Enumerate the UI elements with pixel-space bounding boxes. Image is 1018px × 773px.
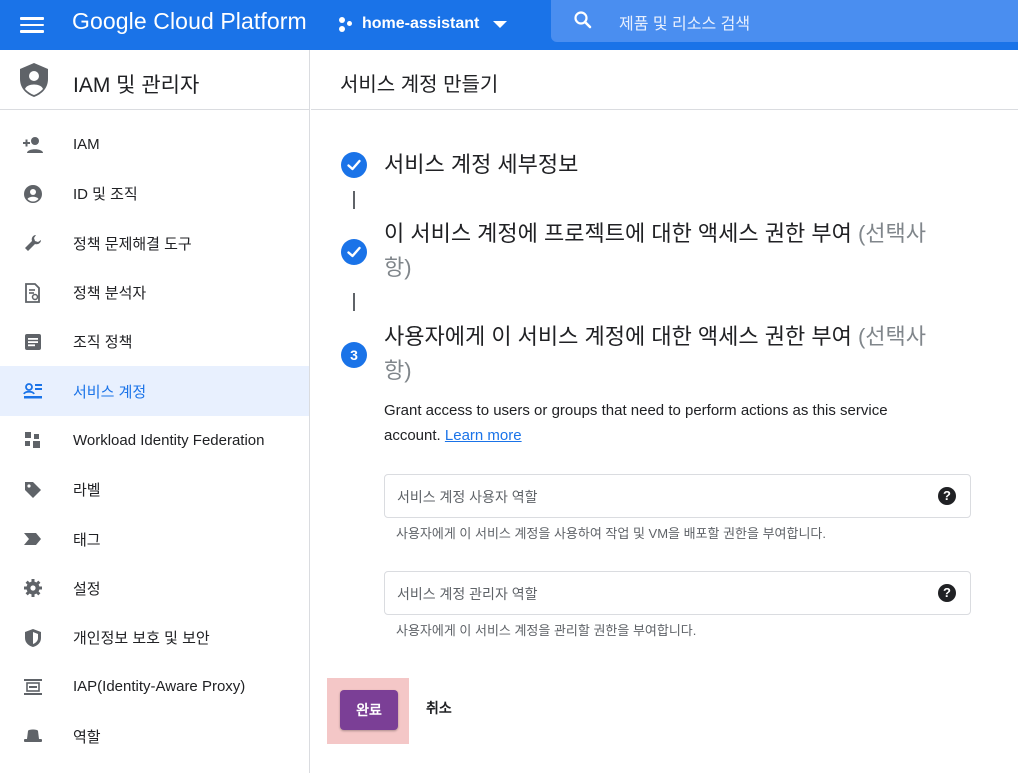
iam-shield-icon: [18, 62, 50, 103]
sidebar-item-label: 조직 정책: [73, 334, 133, 352]
sidebar-item-label: 서비스 계정: [73, 383, 147, 401]
service-account-icon: [22, 380, 44, 402]
step-2-optional-text-cont: 항): [384, 255, 412, 280]
grid-blocks-icon: [22, 429, 44, 451]
wrench-icon: [22, 232, 44, 254]
done-button[interactable]: 완료: [340, 690, 398, 730]
step-3-optional-text: (선택사: [857, 324, 926, 349]
field-placeholder: 서비스 계정 관리자 역할: [397, 586, 538, 602]
sidebar-item-label: IAM: [73, 136, 100, 154]
service-account-user-role-input[interactable]: 서비스 계정 사용자 역할 ?: [384, 474, 971, 518]
sidebar-item-privacy-security[interactable]: 개인정보 보호 및 보안: [0, 613, 309, 662]
sidebar-item-label: 라벨: [73, 482, 101, 500]
hamburger-menu-icon[interactable]: [20, 12, 46, 38]
search-icon: [573, 10, 593, 35]
account-circle-icon: [22, 183, 44, 205]
step-1-check-icon: [341, 152, 367, 178]
description-line-1: Grant access to users or groups that nee…: [384, 402, 888, 419]
page-title: 서비스 계정 만들기: [340, 74, 499, 96]
sidebar-item-label: 태그: [73, 531, 101, 549]
sidebar-item-label: IAP(Identity-Aware Proxy): [73, 678, 246, 696]
hat-icon: [22, 725, 44, 747]
step-connector: [353, 293, 355, 311]
search-bar[interactable]: 제품 및 리소스 검색: [551, 0, 1018, 42]
sidebar-item-policy-analyzer[interactable]: 정책 분석자: [0, 268, 309, 317]
sidebar-item-identity-org[interactable]: ID 및 조직: [0, 169, 309, 218]
step-1-title-text: 서비스 계정 세부정보: [384, 152, 579, 177]
arrow-tag-icon: [22, 528, 44, 550]
list-document-icon: [22, 331, 44, 353]
sidebar-item-service-accounts[interactable]: 서비스 계정: [0, 366, 309, 416]
field-placeholder: 서비스 계정 사용자 역할: [397, 489, 538, 505]
sidebar-item-label: 개인정보 보호 및 보안: [73, 630, 210, 648]
service-account-admin-role-input[interactable]: 서비스 계정 관리자 역할 ?: [384, 571, 971, 615]
sidebar-item-workload-identity-federation[interactable]: Workload Identity Federation: [0, 416, 309, 465]
sidebar-item-tags[interactable]: 태그: [0, 514, 309, 563]
step-3-optional-text-cont: 항): [384, 358, 412, 383]
document-search-icon: [22, 282, 44, 304]
iap-icon: [22, 676, 44, 698]
caret-down-icon: [493, 20, 508, 28]
step-2-title-text: 이 서비스 계정에 프로젝트에 대한 액세스 권한 부여: [384, 221, 852, 246]
project-selector[interactable]: home-assistant: [336, 10, 508, 38]
step-2-optional-text: (선택사: [857, 221, 926, 246]
top-bar: Google Cloud Platform home-assistant 제품 …: [0, 0, 1018, 50]
step-3-title-text: 사용자에게 이 서비스 계정에 대한 액세스 권한 부여: [384, 324, 852, 349]
sidebar-item-label: 정책 문제해결 도구: [73, 235, 192, 253]
help-icon[interactable]: ?: [938, 487, 956, 505]
sidebar-item-settings[interactable]: 설정: [0, 564, 309, 613]
sidebar-title: IAM 및 관리자: [73, 74, 200, 97]
project-name: home-assistant: [362, 15, 480, 32]
shield-icon: [22, 627, 44, 649]
step-3-description: Grant access to users or groups that nee…: [384, 398, 944, 448]
sidebar-item-iam[interactable]: IAM: [0, 120, 309, 169]
sidebar-item-labels[interactable]: 라벨: [0, 465, 309, 514]
sidebar-item-iap[interactable]: IAP(Identity-Aware Proxy): [0, 662, 309, 711]
step-3-title: 사용자에게 이 서비스 계정에 대한 액세스 권한 부여 (선택사 항): [384, 320, 984, 388]
sidebar-nav: IAM ID 및 조직 정책 문제해결 도구 정책 분석자 조직 정책 서비스 …: [0, 120, 309, 761]
project-dots-icon: [336, 14, 356, 34]
sidebar-item-label: 정책 분석자: [73, 285, 147, 303]
step-connector: [353, 191, 355, 209]
step-1-title[interactable]: 서비스 계정 세부정보: [384, 148, 578, 182]
field-hint: 사용자에게 이 서비스 계정을 관리할 권한을 부여합니다.: [396, 623, 697, 638]
help-icon[interactable]: ?: [938, 584, 956, 602]
gear-icon: [22, 577, 44, 599]
sidebar-item-org-policies[interactable]: 조직 정책: [0, 317, 309, 366]
field-hint: 사용자에게 이 서비스 계정을 사용하여 작업 및 VM을 배포할 권한을 부여…: [396, 526, 826, 541]
person-add-icon: [22, 134, 44, 156]
brand-title[interactable]: Google Cloud Platform: [72, 8, 307, 35]
step-2-check-icon: [341, 239, 367, 265]
description-line-2: account.: [384, 427, 441, 444]
label-tag-icon: [22, 479, 44, 501]
sidebar-item-label: 역할: [73, 728, 101, 746]
sidebar-item-roles[interactable]: 역할: [0, 712, 309, 761]
sidebar-item-label: 설정: [73, 580, 101, 598]
sidebar-item-policy-troubleshooter[interactable]: 정책 문제해결 도구: [0, 219, 309, 268]
sidebar-item-label: ID 및 조직: [73, 186, 138, 204]
sidebar-item-label: Workload Identity Federation: [73, 431, 265, 449]
cancel-button[interactable]: 취소: [426, 698, 452, 718]
step-2-title[interactable]: 이 서비스 계정에 프로젝트에 대한 액세스 권한 부여 (선택사 항): [384, 217, 984, 285]
step-3-number: 3: [350, 347, 358, 363]
learn-more-link[interactable]: Learn more: [445, 427, 522, 444]
step-3-number-icon: 3: [341, 342, 367, 368]
search-placeholder: 제품 및 리소스 검색: [619, 16, 751, 33]
